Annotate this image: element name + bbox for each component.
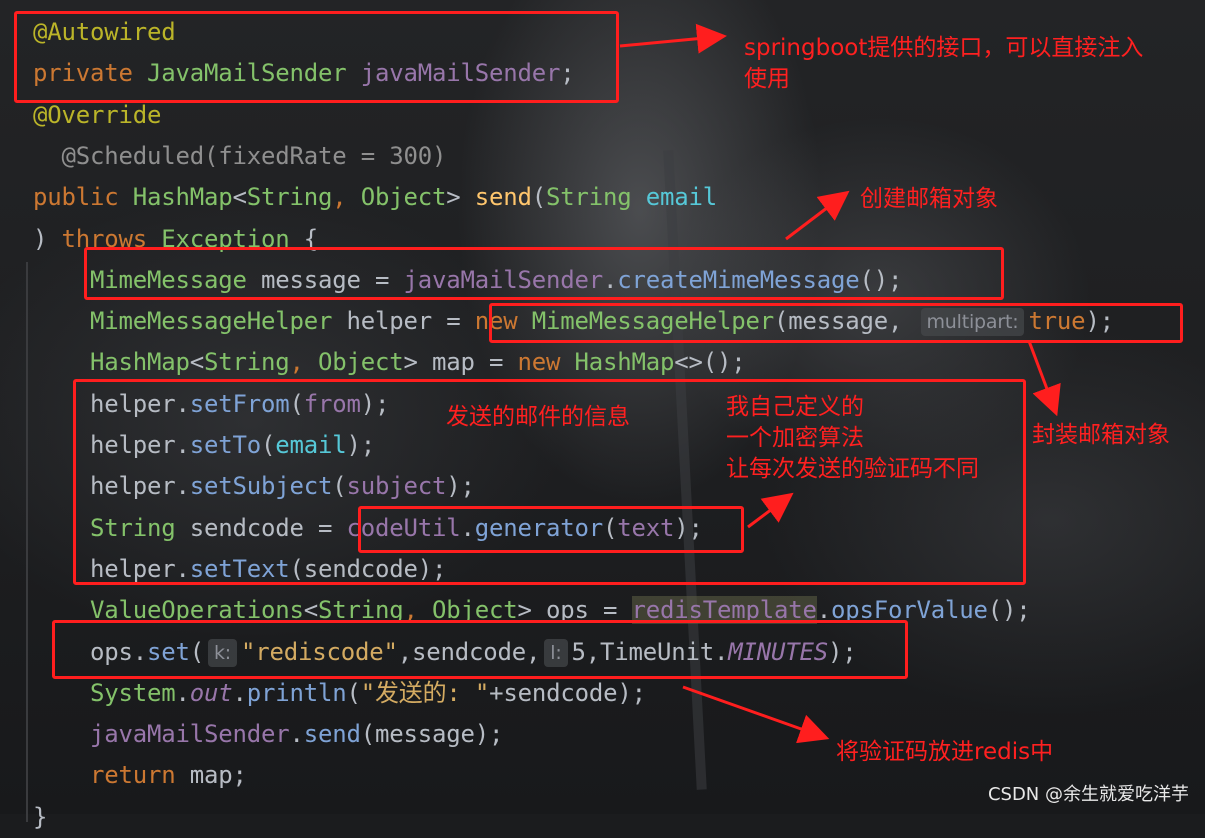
arrow-to-create-note [785, 190, 850, 241]
arrow-to-wrap-note [1027, 340, 1061, 417]
watermark: CSDN @余生就爱吃洋芋 [987, 784, 1189, 805]
annotation-arrows [619, 23, 1061, 744]
arrow-to-encrypt-note [747, 492, 794, 529]
arrow-to-redis-note [682, 685, 830, 744]
arrow-to-inject-note [619, 23, 727, 54]
